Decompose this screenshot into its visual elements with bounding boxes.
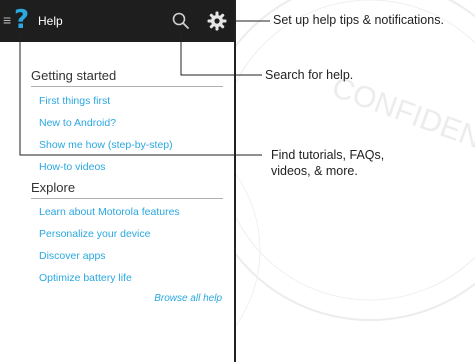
callout-lines — [19, 20, 270, 156]
callout-menu-text-line2: videos, & more. — [271, 164, 358, 178]
callout-search-text: Search for help. — [265, 68, 354, 82]
callout-menu-text-line1: Find tutorials, FAQs, — [271, 148, 385, 162]
callout-settings-text: Set up help tips & notifications. — [273, 13, 444, 27]
